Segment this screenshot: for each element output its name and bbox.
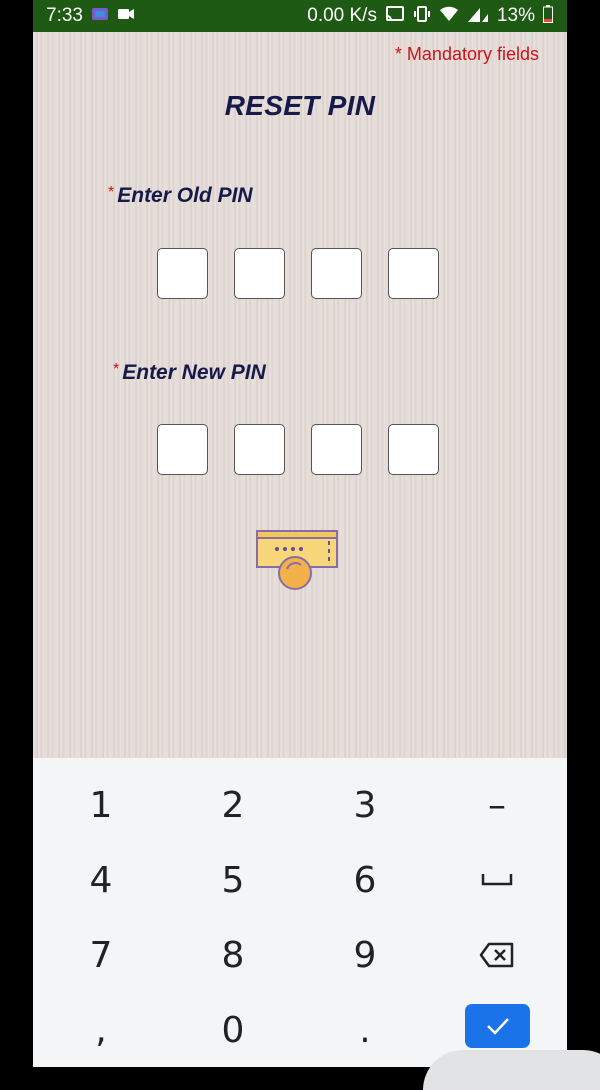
old-pin-digit-1[interactable] [157,248,208,299]
reset-pin-button[interactable] [255,529,341,595]
key-period[interactable]: . [305,1000,425,1060]
new-pin-digit-3[interactable] [311,424,362,475]
app-notification-icon [91,6,109,26]
old-pin-inputs [157,248,439,299]
cast-icon [385,6,405,26]
wifi-icon [439,6,459,26]
new-pin-label-text: Enter New PIN [122,361,266,384]
battery-icon [543,5,553,27]
key-5[interactable]: 5 [173,850,293,910]
battery-percent: 13% [496,5,535,26]
old-pin-label-text: Enter Old PIN [117,184,253,207]
pin-card-icon [256,530,338,590]
mandatory-note: * Mandatory fields [394,44,539,64]
reset-pin-screen: * Mandatory fields RESET PIN * Enter Old … [33,32,567,758]
checkmark-icon [486,1018,509,1035]
page-title: RESET PIN [224,90,376,121]
key-4[interactable]: 4 [41,850,161,910]
vibrate-icon [413,5,431,27]
new-pin-digit-2[interactable] [234,424,285,475]
new-pin-digit-1[interactable] [157,424,208,475]
gesture-handle [423,1050,600,1090]
key-backspace[interactable] [437,925,557,985]
key-1[interactable]: 1 [41,775,161,835]
required-star: * [113,361,120,378]
new-pin-label: * Enter New PIN [113,361,266,385]
status-time: 7:33 [46,5,83,26]
numeric-keyboard: 1 2 3 – 4 5 6 7 8 9 , 0 . [33,758,600,1090]
video-camera-icon [117,7,135,25]
signal-icon [467,5,489,27]
new-pin-digit-4[interactable] [388,424,439,475]
key-space[interactable] [437,850,557,910]
key-minus[interactable]: – [437,775,557,835]
key-7[interactable]: 7 [41,925,161,985]
key-9[interactable]: 9 [305,925,425,985]
key-comma[interactable]: , [41,1000,161,1060]
status-bar: 7:33 0.00 K/s 13% [33,0,567,32]
done-button[interactable] [465,1004,530,1048]
key-2[interactable]: 2 [173,775,293,835]
network-speed: 0.00 K/s [307,5,377,26]
new-pin-inputs [157,424,439,475]
key-8[interactable]: 8 [173,925,293,985]
old-pin-digit-4[interactable] [388,248,439,299]
old-pin-label: * Enter Old PIN [108,184,253,208]
old-pin-digit-2[interactable] [234,248,285,299]
key-3[interactable]: 3 [305,775,425,835]
key-6[interactable]: 6 [305,850,425,910]
backspace-icon [479,942,514,968]
space-icon [481,874,513,886]
old-pin-digit-3[interactable] [311,248,362,299]
key-0[interactable]: 0 [173,1000,293,1060]
required-star: * [108,184,115,201]
